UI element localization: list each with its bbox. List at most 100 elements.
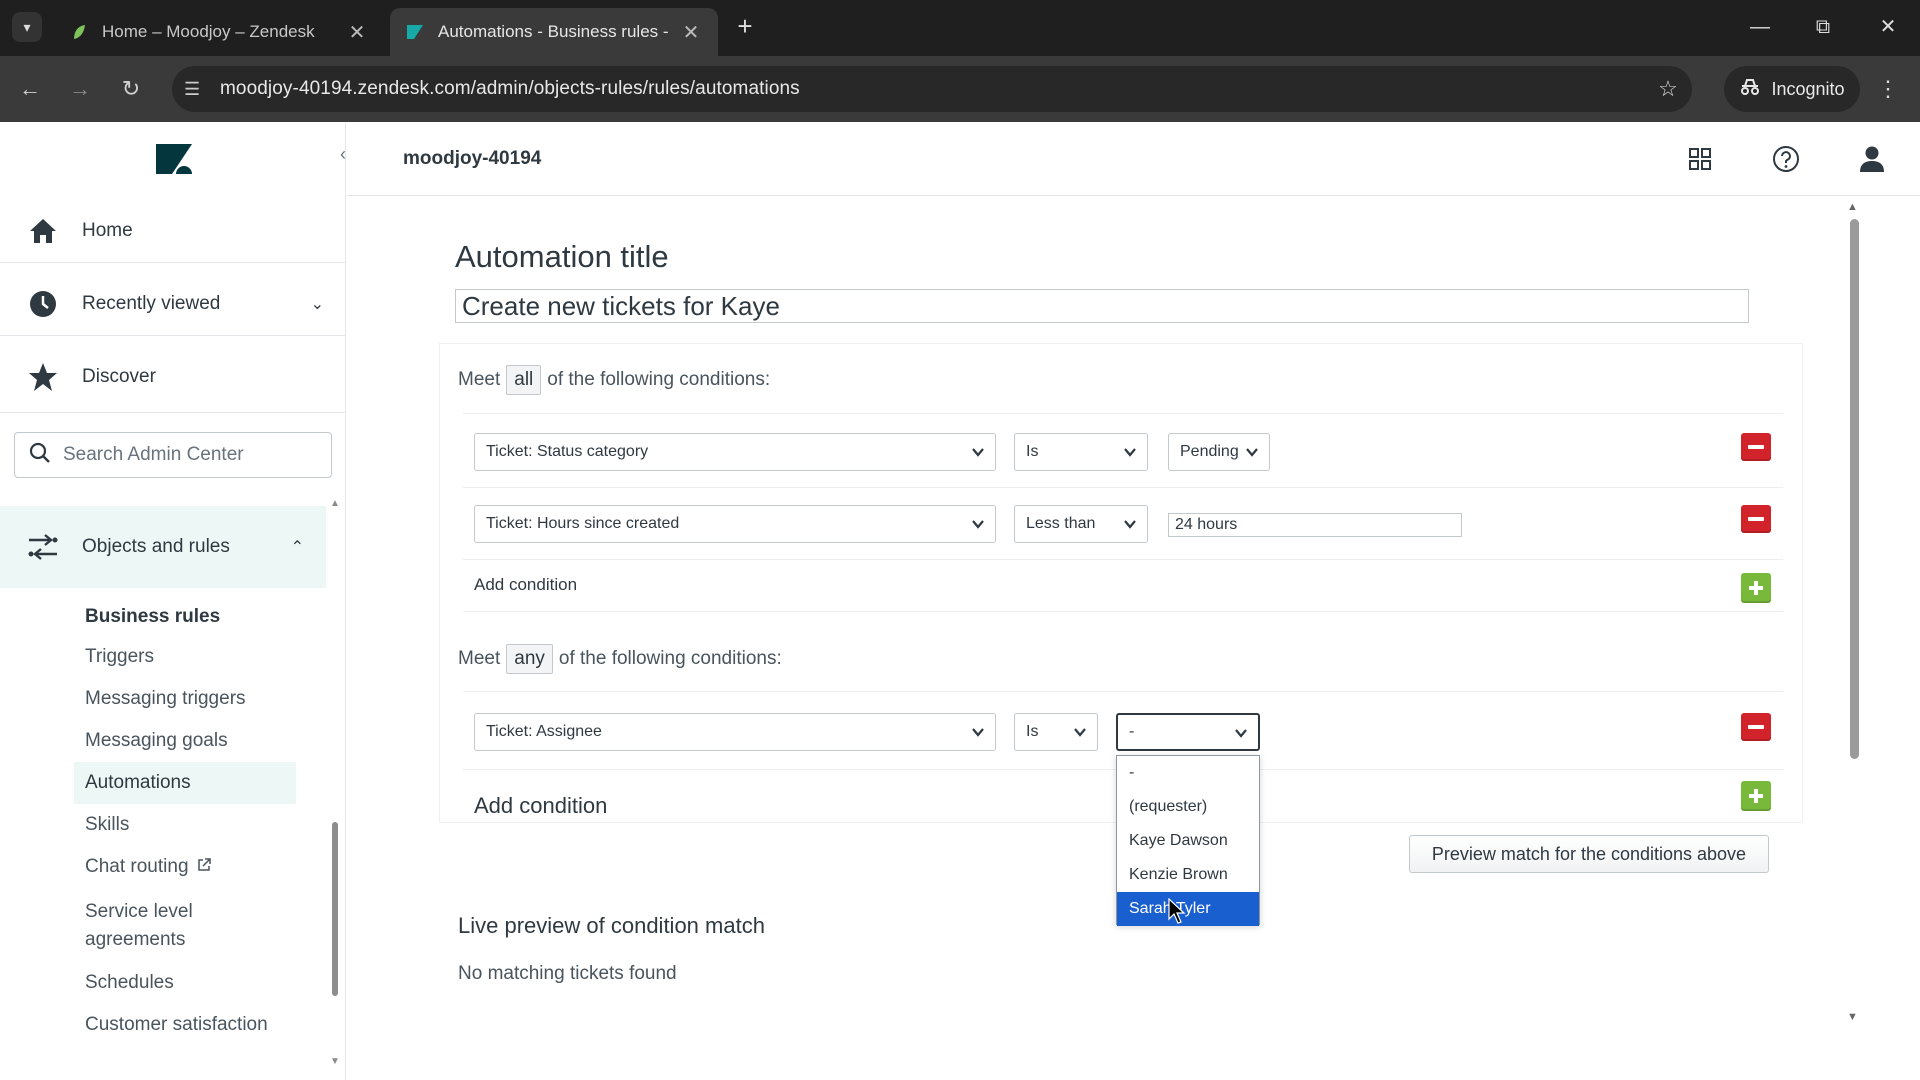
sidebar-item-label: Chat routing: [85, 856, 189, 877]
dropdown-option-highlighted[interactable]: Sarah Tyler: [1117, 892, 1259, 926]
sidebar-item-schedules[interactable]: Schedules: [74, 962, 296, 1004]
sidebar-item-messaging-goals[interactable]: Messaging goals: [74, 720, 296, 762]
close-tab-icon[interactable]: ✕: [346, 20, 368, 45]
url-text[interactable]: moodjoy-40194.zendesk.com/admin/objects-…: [212, 78, 1644, 100]
add-condition-button[interactable]: [1741, 781, 1771, 811]
back-icon[interactable]: ←: [14, 72, 46, 106]
dropdown-option[interactable]: (requester): [1117, 790, 1259, 824]
dropdown-option[interactable]: Kenzie Brown: [1117, 858, 1259, 892]
sidebar-item-chat-routing[interactable]: Chat routing: [74, 846, 296, 888]
scroll-down-arrow[interactable]: ▼: [330, 1056, 340, 1067]
minus-icon: [1748, 445, 1764, 449]
sidebar-item-automations[interactable]: Automations: [74, 762, 296, 804]
preview-match-button[interactable]: Preview match for the conditions above: [1409, 835, 1769, 873]
reload-icon[interactable]: ↻: [115, 72, 147, 106]
add-condition-label[interactable]: Add condition: [474, 793, 607, 819]
chevron-down-icon: [1246, 448, 1258, 457]
dropdown-option[interactable]: -: [1117, 756, 1259, 790]
condition-operator-select[interactable]: Is: [1014, 713, 1098, 751]
search-icon: [29, 442, 51, 469]
objects-rules-icon: [26, 530, 60, 564]
admin-search[interactable]: [14, 432, 332, 478]
search-input[interactable]: [63, 444, 313, 466]
sidebar-scrollbar[interactable]: [332, 822, 338, 996]
chevron-down-icon: [972, 520, 984, 529]
condition-value-select[interactable]: Pending: [1168, 433, 1270, 471]
nav-discover[interactable]: Discover: [0, 350, 346, 404]
nav-recently-viewed[interactable]: Recently viewed ⌄: [0, 277, 346, 331]
incognito-icon: [1739, 78, 1761, 101]
meet-suffix: of the following conditions:: [547, 369, 771, 390]
tab-search-button[interactable]: ▾: [12, 12, 42, 42]
scroll-up-arrow[interactable]: ▲: [1847, 201, 1858, 213]
chevron-up-icon[interactable]: ⌃: [291, 537, 304, 557]
sidebar-item-label: Schedules: [85, 972, 174, 993]
user-avatar-icon[interactable]: [1857, 144, 1887, 174]
add-condition-button[interactable]: [1741, 573, 1771, 603]
mouse-cursor-icon: [1168, 898, 1186, 924]
chevron-down-icon[interactable]: ⌄: [311, 294, 324, 314]
sidebar-item-skills[interactable]: Skills: [74, 804, 296, 846]
plus-icon: [1749, 789, 1763, 803]
divider: [463, 611, 1783, 612]
browser-menu-icon[interactable]: ⋮: [1876, 72, 1900, 106]
restore-icon[interactable]: ⧉: [1803, 10, 1843, 44]
minimize-icon[interactable]: —: [1740, 10, 1780, 44]
any-qualifier: any: [506, 644, 553, 674]
sidebar-item-label: Automations: [85, 772, 191, 793]
assignee-value-select[interactable]: -: [1116, 713, 1260, 751]
select-value: -: [1129, 723, 1135, 740]
zendesk-logo[interactable]: [154, 142, 194, 176]
condition-field-select[interactable]: Ticket: Status category: [474, 433, 996, 471]
help-icon[interactable]: [1771, 144, 1801, 174]
sidebar-item-triggers[interactable]: Triggers: [74, 636, 296, 678]
meet-prefix: Meet: [458, 648, 501, 669]
close-window-icon[interactable]: ✕: [1868, 10, 1908, 44]
zendesk-z-icon: [406, 23, 424, 41]
sidebar-item-messaging-triggers[interactable]: Messaging triggers: [74, 678, 296, 720]
account-name: moodjoy-40194: [403, 148, 542, 169]
condition-field-select[interactable]: Ticket: Assignee: [474, 713, 996, 751]
automation-title-input[interactable]: [455, 289, 1749, 323]
nav-objects-and-rules[interactable]: Objects and rules ⌃: [0, 506, 326, 588]
incognito-badge[interactable]: Incognito: [1724, 66, 1860, 112]
main-content: ▲ ▼ Automation title Meet all of the fol…: [347, 197, 1920, 1080]
close-tab-icon[interactable]: ✕: [680, 20, 702, 45]
admin-header: moodjoy-40194: [347, 122, 1920, 196]
select-value: Ticket: Status category: [486, 443, 649, 460]
omnibox[interactable]: ☰ moodjoy-40194.zendesk.com/admin/object…: [172, 66, 1692, 112]
dropdown-option[interactable]: Kaye Dawson: [1117, 824, 1259, 858]
condition-operator-select[interactable]: Less than: [1014, 505, 1148, 543]
sidebar-item-customer-satisfaction[interactable]: Customer satisfaction: [74, 1004, 296, 1046]
remove-condition-button[interactable]: [1741, 505, 1771, 533]
condition-value-input[interactable]: [1168, 513, 1462, 537]
bookmark-star-icon[interactable]: ☆: [1644, 76, 1692, 102]
remove-condition-button[interactable]: [1741, 713, 1771, 741]
sidebar-item-sla[interactable]: Service level agreements: [74, 896, 296, 956]
add-condition-label[interactable]: Add condition: [474, 575, 577, 595]
divider: [463, 691, 1783, 692]
forward-icon[interactable]: →: [64, 72, 96, 106]
sidebar-item-label: Skills: [85, 814, 130, 835]
address-bar: ← → ↻ ☰ moodjoy-40194.zendesk.com/admin/…: [0, 56, 1920, 122]
site-settings-icon[interactable]: ☰: [172, 79, 212, 100]
tab-home-zendesk[interactable]: Home – Moodjoy – Zendesk ✕: [54, 8, 384, 56]
divider: [0, 335, 346, 336]
divider: [463, 413, 1783, 414]
scroll-down-arrow[interactable]: ▼: [1847, 1011, 1858, 1023]
tab-automations[interactable]: Automations - Business rules - ✕: [390, 8, 718, 56]
chevron-down-icon: [972, 728, 984, 737]
plus-icon: [1749, 581, 1763, 595]
scroll-up-arrow[interactable]: ▲: [330, 498, 340, 509]
select-value: Less than: [1026, 515, 1096, 532]
main-scrollbar[interactable]: [1850, 219, 1859, 759]
zendesk-leaf-icon: [70, 23, 88, 41]
new-tab-button[interactable]: +: [732, 12, 758, 42]
condition-field-select[interactable]: Ticket: Hours since created: [474, 505, 996, 543]
product-tray-icon[interactable]: [1685, 144, 1715, 174]
nav-home[interactable]: Home: [0, 204, 346, 258]
condition-operator-select[interactable]: Is: [1014, 433, 1148, 471]
nav-label: Home: [82, 220, 133, 241]
remove-condition-button[interactable]: [1741, 433, 1771, 461]
collapse-sidebar-icon[interactable]: ‹: [340, 144, 346, 165]
